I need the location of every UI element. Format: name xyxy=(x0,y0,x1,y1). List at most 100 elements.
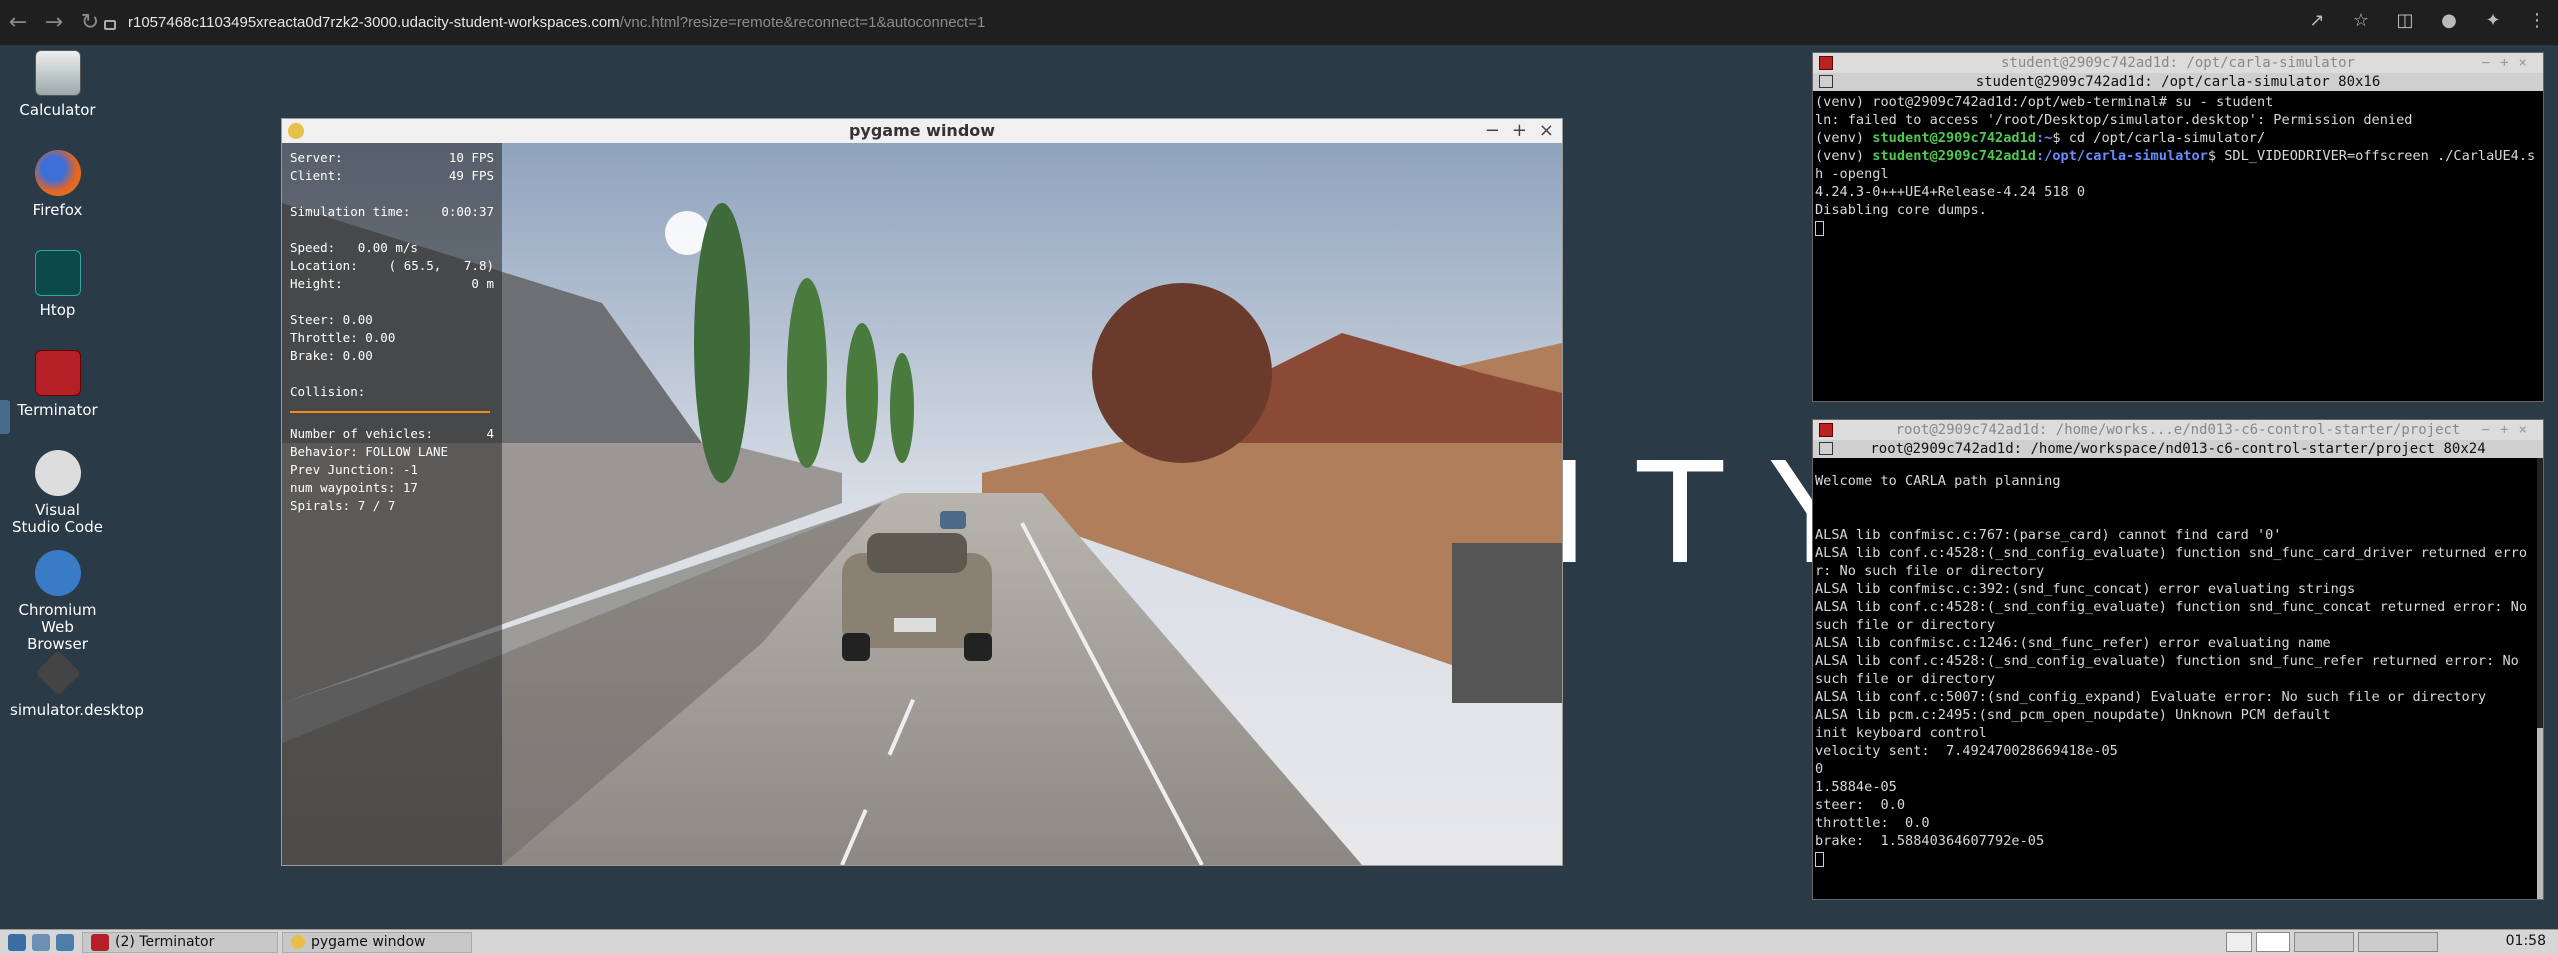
hud-simtime-value: 0:00:37 xyxy=(441,204,494,219)
menu-icon[interactable]: ⋮ xyxy=(2524,10,2550,31)
novnc-control-tab[interactable] xyxy=(0,400,10,434)
browser-icon[interactable] xyxy=(56,933,74,951)
url-host: r1057468c1103495xreacta0d7rzk2-3000.udac… xyxy=(128,14,620,31)
minimize-icon[interactable]: − xyxy=(1485,119,1500,143)
htop-icon xyxy=(34,250,81,296)
pygame-icon xyxy=(291,935,305,949)
start-menu-button[interactable] xyxy=(4,932,78,953)
file-manager-icon[interactable] xyxy=(32,933,50,951)
sidebar-icon[interactable]: ◫ xyxy=(2392,10,2418,31)
hud-client-label: Client: xyxy=(290,168,343,183)
prompt-user: student@2909c742ad1d xyxy=(1872,130,2036,146)
hud-steer: Steer: 0.00 xyxy=(290,312,373,327)
simulation-view: Server: 10 FPS Client: 49 FPS Simulation t… xyxy=(282,143,1562,865)
terminal-prompt-line: (venv) student@2909c742ad1d:/opt/carla-s… xyxy=(1815,147,2541,183)
pygame-titlebar[interactable]: pygame window − + × xyxy=(282,119,1562,143)
desktop-icon-htop[interactable]: Htop xyxy=(10,250,105,319)
prompt-user: student@2909c742ad1d xyxy=(1872,148,2036,164)
url-path: /vnc.html?resize=remote&reconnect=1&auto… xyxy=(619,14,986,31)
address-bar[interactable]: r1057468c1103495xreacta0d7rzk2-3000.udac… xyxy=(104,9,2394,36)
terminal-titlebar[interactable]: student@2909c742ad1d: /opt/carla-simulat… xyxy=(1813,53,2543,73)
terminal-subtitle: root@2909c742ad1d: /home/workspace/nd013… xyxy=(1870,441,2486,457)
workspace-3[interactable] xyxy=(2294,932,2354,952)
terminal-title: student@2909c742ad1d: /opt/carla-simulat… xyxy=(2000,55,2355,71)
taskbar-item-terminator[interactable]: (2) Terminator xyxy=(82,931,278,953)
desktop-icon-vscode[interactable]: Visual Studio Code xyxy=(10,450,105,536)
terminator-icon xyxy=(34,350,81,396)
terminal-line: ALSA lib confmisc.c:767:(parse_card) can… xyxy=(1815,527,2282,543)
lock-icon xyxy=(104,19,116,30)
taskbar-item-pygame[interactable]: pygame window xyxy=(282,931,472,953)
desktop-icon-terminator[interactable]: Terminator xyxy=(10,350,105,419)
desktop-icon-calculator[interactable]: Calculator xyxy=(10,50,105,119)
back-icon[interactable]: ← xyxy=(0,10,36,35)
terminal-window-carla[interactable]: student@2909c742ad1d: /opt/carla-simulat… xyxy=(1812,52,2544,402)
firefox-icon xyxy=(34,150,81,196)
hud-height-value: 0 m xyxy=(471,276,494,291)
extensions-icon[interactable]: ✦ xyxy=(2480,10,2506,31)
desktop-icon-label: Terminator xyxy=(17,401,98,419)
window-controls-icon[interactable]: −+× xyxy=(2482,53,2537,73)
hud-simtime-label: Simulation time: xyxy=(290,204,411,219)
hud-vehicles-value: 4 xyxy=(486,426,494,441)
profile-icon[interactable]: ● xyxy=(2436,10,2462,31)
terminal-cursor xyxy=(1815,220,1824,236)
hud-behavior: Behavior: FOLLOW LANE xyxy=(290,444,449,459)
terminal-scrollbar[interactable] xyxy=(2537,458,2543,899)
pygame-title: pygame window xyxy=(848,121,996,140)
terminal-line: ln: failed to access '/root/Desktop/simu… xyxy=(1815,112,2413,128)
reload-icon[interactable]: ↻ xyxy=(72,10,108,35)
hud-collision-bar xyxy=(290,411,490,413)
terminal-line: Welcome to CARLA path planning xyxy=(1815,473,2061,489)
terminal-line: 1.5884e-05 xyxy=(1815,779,1897,795)
terminal-line: ALSA lib pcm.c:2495:(snd_pcm_open_noupda… xyxy=(1815,707,2331,723)
terminal-tab-header: student@2909c742ad1d: /opt/carla-simulat… xyxy=(1813,73,2543,91)
split-icon[interactable] xyxy=(1819,75,1833,88)
terminal-line: ALSA lib conf.c:4528:(_snd_config_evalua… xyxy=(1815,653,2528,687)
terminal-line: ALSA lib conf.c:4528:(_snd_config_evalua… xyxy=(1815,545,2528,579)
terminal-cursor xyxy=(1815,851,1824,867)
vscode-icon xyxy=(34,450,81,496)
bookmark-star-icon[interactable]: ☆ xyxy=(2348,10,2374,31)
workspace-switcher[interactable] xyxy=(2226,932,2438,952)
desktop-icon-chromium[interactable]: Chromium Web Browser xyxy=(10,550,105,653)
hud-height-label: Height: xyxy=(290,276,343,291)
browser-toolbar: ← → ↻ r1057468c1103495xreacta0d7rzk2-300… xyxy=(0,0,2558,45)
window-controls-icon[interactable]: −+× xyxy=(2482,420,2537,440)
terminal-tab-header: root@2909c742ad1d: /home/workspace/nd013… xyxy=(1813,440,2543,458)
clock: 01:58 xyxy=(2505,933,2546,949)
desktop-icon-firefox[interactable]: Firefox xyxy=(10,150,105,219)
workspace-1[interactable] xyxy=(2226,932,2252,952)
prompt-command: $ cd /opt/carla-simulator/ xyxy=(2052,130,2266,146)
desktop-icon-label: Htop xyxy=(39,301,76,319)
terminal-window-project[interactable]: root@2909c742ad1d: /home/works...e/nd013… xyxy=(1812,419,2544,900)
terminal-output[interactable]: (venv) root@2909c742ad1d:/opt/web-termin… xyxy=(1813,91,2543,239)
terminal-line: ALSA lib confmisc.c:392:(snd_func_concat… xyxy=(1815,581,2356,597)
terminal-line: throttle: 0.0 xyxy=(1815,815,1930,831)
share-icon[interactable]: ↗ xyxy=(2304,10,2330,31)
workspace-2[interactable] xyxy=(2256,932,2290,952)
workspace-4[interactable] xyxy=(2358,932,2438,952)
terminal-line: brake: 1.58840364607792e-05 xyxy=(1815,833,2045,849)
calculator-icon xyxy=(34,50,81,96)
forward-icon[interactable]: → xyxy=(36,10,72,35)
terminator-icon xyxy=(1819,423,1833,437)
vnc-screen: ← → ↻ r1057468c1103495xreacta0d7rzk2-300… xyxy=(0,0,2558,954)
desktop-icon-label: Chromium Web Browser xyxy=(18,601,97,653)
pygame-window[interactable]: pygame window − + × Server: 10 FPS Clien… xyxy=(281,118,1563,866)
taskbar: (2) Terminator pygame window 01:58 xyxy=(0,929,2558,954)
split-icon[interactable] xyxy=(1819,442,1833,455)
desktop-icon-label: Visual Studio Code xyxy=(12,501,103,536)
terminal-output[interactable]: Welcome to CARLA path planning ALSA lib … xyxy=(1813,458,2543,870)
scrollbar-thumb[interactable] xyxy=(2537,728,2543,899)
maximize-icon[interactable]: + xyxy=(1512,119,1527,143)
hud-waypoints: num waypoints: 17 xyxy=(290,480,418,495)
prompt-path: :/opt/carla-simulator xyxy=(2035,148,2208,164)
close-icon[interactable]: × xyxy=(1539,119,1554,143)
start-menu-icon xyxy=(8,933,26,951)
desktop-icon-simulator[interactable]: simulator.desktop xyxy=(10,650,144,719)
hud-spirals: Spirals: 7 / 7 xyxy=(290,498,396,513)
terminal-titlebar[interactable]: root@2909c742ad1d: /home/works...e/nd013… xyxy=(1813,420,2543,440)
terminal-prompt-line: (venv) student@2909c742ad1d:~$ cd /opt/c… xyxy=(1815,129,2541,147)
